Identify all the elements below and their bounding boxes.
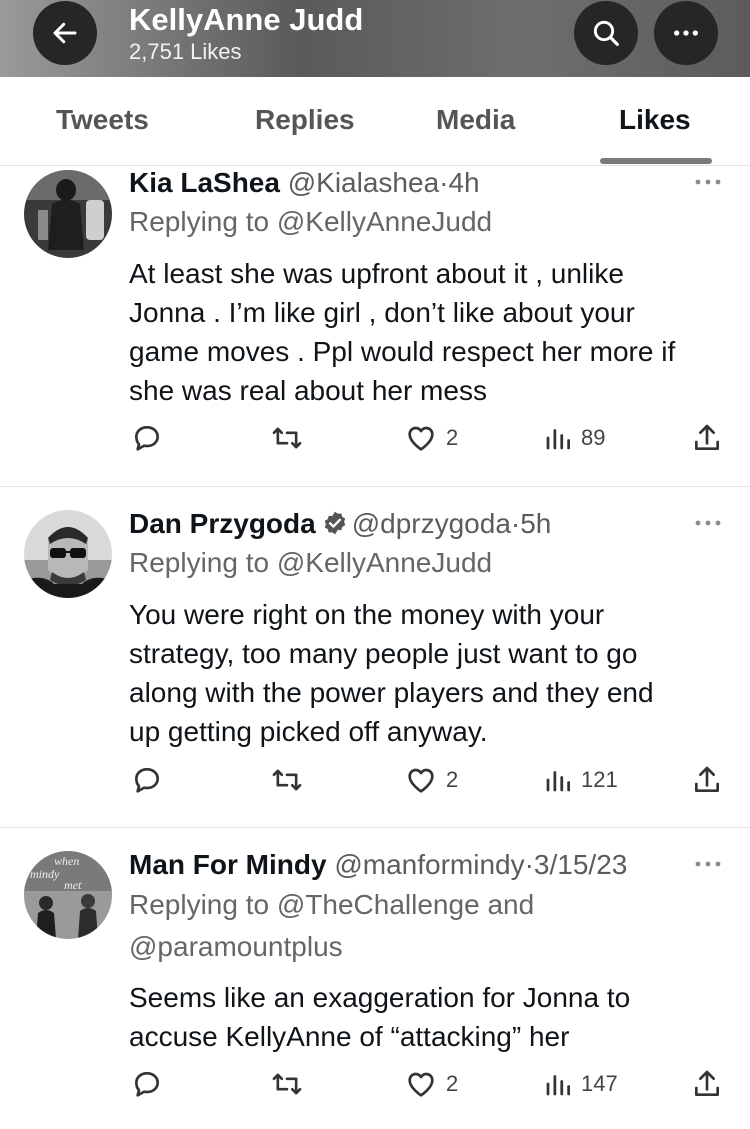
tweet-divider bbox=[0, 827, 750, 828]
display-name[interactable]: Man For Mindy bbox=[129, 849, 327, 880]
handle[interactable]: @manformindy bbox=[334, 849, 524, 880]
svg-text:met: met bbox=[64, 878, 82, 892]
tweet-text: At least she was upfront about it , unli… bbox=[129, 258, 676, 406]
timestamp[interactable]: 5h bbox=[520, 508, 551, 539]
tab-likes[interactable]: Likes bbox=[619, 104, 691, 136]
like-button[interactable]: 2 bbox=[404, 1068, 458, 1100]
mention-link[interactable]: @KellyAnneJudd bbox=[277, 206, 492, 237]
tab-media[interactable]: Media bbox=[436, 104, 515, 136]
mention-link[interactable]: @KellyAnneJudd bbox=[277, 547, 492, 578]
search-icon bbox=[593, 20, 619, 46]
reply-icon bbox=[135, 768, 159, 793]
handle[interactable]: @Kialashea bbox=[288, 167, 439, 198]
view-count: 121 bbox=[581, 767, 618, 792]
avatar[interactable] bbox=[24, 170, 112, 258]
reply-button[interactable] bbox=[131, 422, 163, 454]
display-name[interactable]: Kia LaShea bbox=[129, 167, 280, 198]
tweet-actions: 2 121 bbox=[0, 764, 750, 804]
like-button[interactable]: 2 bbox=[404, 764, 458, 796]
tweet-card[interactable]: when mindy met Man For Mindy @manformind… bbox=[0, 847, 750, 1129]
timestamp[interactable]: 4h bbox=[448, 167, 479, 198]
display-name[interactable]: Dan Przygoda bbox=[129, 508, 316, 539]
tab-tweets[interactable]: Tweets bbox=[56, 104, 149, 136]
more-dots-icon[interactable] bbox=[693, 175, 723, 189]
reply-button[interactable] bbox=[131, 764, 163, 796]
replying-to: Replying to @TheChallenge and @paramount… bbox=[129, 889, 535, 962]
verified-badge-icon bbox=[324, 511, 345, 535]
heart-icon bbox=[408, 768, 434, 793]
tweet-divider bbox=[0, 486, 750, 487]
reply-button[interactable] bbox=[131, 1068, 163, 1100]
views-icon bbox=[546, 429, 570, 450]
replying-to: Replying to @KellyAnneJudd bbox=[129, 547, 493, 578]
replying-to: Replying to @KellyAnneJudd bbox=[129, 206, 493, 237]
avatar[interactable]: when mindy met bbox=[24, 851, 112, 939]
retweet-icon bbox=[272, 1073, 302, 1095]
reply-icon bbox=[135, 1072, 159, 1097]
svg-text:mindy: mindy bbox=[30, 867, 60, 881]
reply-icon bbox=[135, 426, 159, 451]
handle[interactable]: @dprzygoda bbox=[352, 508, 511, 539]
share-button[interactable] bbox=[691, 422, 723, 454]
tweet-text: Seems like an exaggeration for Jonna to … bbox=[129, 982, 631, 1052]
tweet-card[interactable]: Kia LaShea @Kialashea·4h Replying to @Ke… bbox=[0, 165, 750, 485]
mention-link[interactable]: @TheChallenge bbox=[277, 889, 480, 920]
tweet-card[interactable]: Dan Przygoda @dprzygoda·5h Replying to @… bbox=[0, 506, 750, 826]
like-count: 2 bbox=[446, 767, 459, 792]
more-dots-icon[interactable] bbox=[693, 857, 723, 871]
avatar[interactable] bbox=[24, 510, 112, 598]
tweet-actions: 2 147 bbox=[0, 1068, 750, 1108]
profile-name: KellyAnne Judd bbox=[129, 2, 364, 37]
share-icon bbox=[695, 424, 719, 450]
retweet-button[interactable] bbox=[270, 764, 304, 796]
arrow-left-icon bbox=[53, 22, 77, 44]
views-icon bbox=[546, 1075, 570, 1096]
share-button[interactable] bbox=[691, 764, 723, 796]
views-icon bbox=[546, 771, 570, 792]
retweet-button[interactable] bbox=[270, 422, 304, 454]
retweet-icon bbox=[272, 769, 302, 791]
tweet-actions: 2 89 bbox=[0, 422, 750, 462]
share-button[interactable] bbox=[691, 1068, 723, 1100]
like-button[interactable]: 2 bbox=[404, 422, 458, 454]
more-dots-icon bbox=[674, 30, 698, 36]
more-options-button[interactable] bbox=[654, 1, 718, 65]
view-count: 147 bbox=[581, 1071, 618, 1096]
more-dots-icon[interactable] bbox=[693, 516, 723, 530]
views-button[interactable]: 121 bbox=[543, 764, 618, 796]
share-icon bbox=[695, 1070, 719, 1096]
heart-icon bbox=[408, 1072, 434, 1097]
share-icon bbox=[695, 766, 719, 792]
timestamp[interactable]: 3/15/23 bbox=[534, 849, 627, 880]
heart-icon bbox=[408, 426, 434, 451]
profile-tabs: Tweets Replies Media Likes bbox=[0, 77, 750, 166]
views-button[interactable]: 89 bbox=[543, 422, 605, 454]
active-tab-indicator bbox=[600, 158, 712, 164]
mention-link[interactable]: @paramountplus bbox=[129, 931, 343, 962]
likes-count: 2,751 Likes bbox=[129, 39, 242, 64]
profile-header: KellyAnne Judd 2,751 Likes bbox=[0, 0, 750, 77]
like-count: 2 bbox=[446, 425, 459, 450]
views-button[interactable]: 147 bbox=[543, 1068, 618, 1100]
like-count: 2 bbox=[446, 1071, 459, 1096]
tab-replies[interactable]: Replies bbox=[255, 104, 355, 136]
svg-text:when: when bbox=[54, 854, 79, 868]
retweet-icon bbox=[272, 427, 302, 449]
view-count: 89 bbox=[581, 425, 606, 450]
search-button[interactable] bbox=[574, 1, 638, 65]
back-button[interactable] bbox=[33, 1, 97, 65]
retweet-button[interactable] bbox=[270, 1068, 304, 1100]
tweet-text: You were right on the money with your st… bbox=[129, 599, 654, 747]
